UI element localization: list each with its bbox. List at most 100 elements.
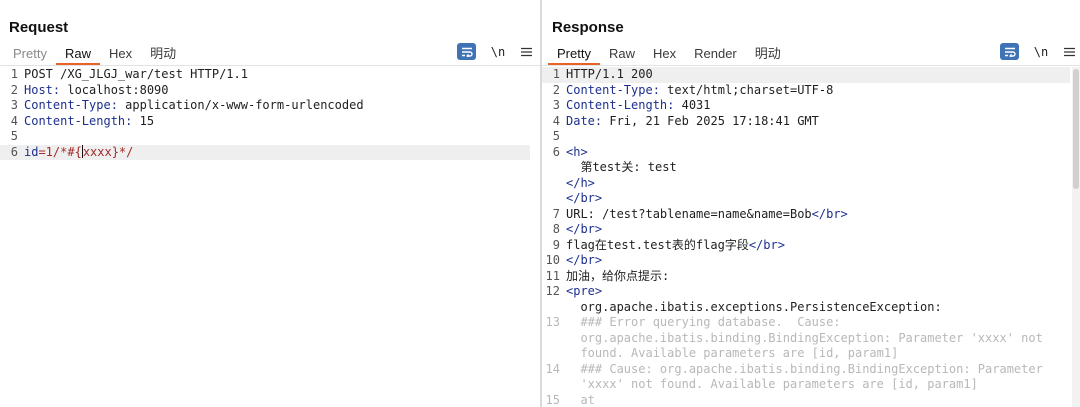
code-token: flag在test.test表的flag字段 <box>566 237 749 252</box>
code-token: 第test关: test <box>566 160 677 174</box>
code-line: 7 URL: /test?tablename=name&name=Bob</br> <box>542 207 1080 223</box>
response-tab-明动[interactable]: 明动 <box>746 44 790 65</box>
request-tab-raw[interactable]: Raw <box>55 44 100 65</box>
line-number: 3 <box>552 98 560 112</box>
request-tab-明动[interactable]: 明动 <box>141 44 185 65</box>
line-number: 5 <box>10 129 18 143</box>
response-tab-hex[interactable]: Hex <box>644 44 685 65</box>
code-token: </h> <box>566 175 595 190</box>
request-tab-hex[interactable]: Hex <box>100 44 141 65</box>
line-number: 6 <box>10 144 18 159</box>
code-token: </br> <box>566 191 603 205</box>
code-line: 2 Host: localhost:8090 <box>0 83 540 99</box>
line-text: 'xxxx' not found. Available parameters a… <box>566 377 977 393</box>
code-token: Content-Type: <box>24 98 118 112</box>
code-line: 9 flag在test.test表的flag字段</br> <box>542 238 1080 254</box>
response-editor[interactable]: 1 HTTP/1.1 200 2 Content-Type: text/html;ch… <box>542 67 1080 407</box>
line-text: found. Available parameters are [id, par… <box>566 346 898 362</box>
code-line: 12 <pre> <box>542 284 1080 300</box>
response-toolbar: \n <box>1000 43 1075 60</box>
code-token: </br> <box>748 237 785 252</box>
scrollbar-thumb[interactable] <box>1073 69 1079 189</box>
request-editor[interactable]: 1 POST /XG_JLGJ_war/test HTTP/1.1 2 Host: l… <box>0 67 540 160</box>
code-line: 第test关: test <box>542 160 1080 176</box>
code-line: 11 加油，给你点提示: <box>542 269 1080 285</box>
line-number: 8 <box>552 222 560 236</box>
response-title: Response <box>552 19 624 36</box>
code-token: localhost:8090 <box>60 82 169 97</box>
code-token: HTTP/1.1 200 <box>566 67 653 81</box>
code-line: </h> <box>542 176 1080 192</box>
code-token: Fri, 21 Feb 2025 17:18:41 GMT <box>602 113 819 128</box>
show-newlines-button[interactable]: \n <box>1032 45 1050 59</box>
show-newlines-button[interactable]: \n <box>489 45 507 59</box>
response-tab-pretty[interactable]: Pretty <box>548 44 600 65</box>
line-text: 加油，给你点提示: <box>566 269 669 285</box>
code-token: org.apache.ibatis.binding.BindingExcepti… <box>566 330 1043 345</box>
request-toolbar: \n <box>457 43 532 60</box>
code-token: 15 <box>132 113 155 128</box>
code-line: 15 at <box>542 393 1080 407</box>
line-text: URL: /test?tablename=name&name=Bob</br> <box>566 207 848 223</box>
code-token: </br> <box>566 253 603 267</box>
code-line: 6 id=1/*#{xxxx}*/ <box>0 144 530 160</box>
line-number: 11 <box>545 268 560 283</box>
code-token: POST /XG_JLGJ_war/test HTTP/1.1 <box>24 67 248 81</box>
line-number: 15 <box>545 392 560 407</box>
code-line: 3 Content-Length: 4031 <box>542 98 1080 114</box>
editor-divider <box>0 65 540 66</box>
code-line: </br> <box>542 191 1080 207</box>
wrap-lines-icon[interactable] <box>457 43 476 60</box>
line-number: 7 <box>552 206 560 221</box>
line-number: 6 <box>552 144 560 159</box>
line-text: HTTP/1.1 200 <box>566 67 653 83</box>
hamburger-menu-icon[interactable] <box>520 45 532 59</box>
code-token: <h> <box>566 144 588 159</box>
code-token: Date: <box>566 113 603 128</box>
code-token: application/x-www-form-urlencoded <box>117 98 364 112</box>
line-text: Content-Length: 4031 <box>566 98 711 114</box>
line-number: 1 <box>10 67 18 81</box>
line-number: 14 <box>545 361 560 376</box>
request-title: Request <box>9 19 69 36</box>
code-token: Host: <box>24 82 61 97</box>
code-token: </br> <box>566 222 603 236</box>
hamburger-menu-icon[interactable] <box>1063 45 1075 59</box>
code-line: 4 Content-Length: 15 <box>0 114 540 130</box>
code-line: 6 <h> <box>542 145 1080 161</box>
code-line: 2 Content-Type: text/html;charset=UTF-8 <box>542 83 1080 99</box>
line-text: flag在test.test表的flag字段</br> <box>566 238 785 254</box>
code-token: Content-Type: <box>566 82 660 97</box>
line-text: org.apache.ibatis.binding.BindingExcepti… <box>566 330 1043 347</box>
line-text: org.apache.ibatis.exceptions.Persistence… <box>566 299 942 316</box>
line-text: ### Error querying database. Cause: <box>566 315 840 331</box>
line-number: 1 <box>552 67 560 81</box>
line-text: Host: localhost:8090 <box>24 83 169 99</box>
code-token: URL: /test?tablename=name&name=Bob <box>566 206 812 221</box>
line-number: 4 <box>552 113 560 128</box>
line-text: </br> <box>566 191 602 207</box>
response-scrollbar[interactable] <box>1072 67 1080 407</box>
response-pane: Response Pretty Raw Hex Render 明动 \n 1 HTTP/1… <box>542 0 1080 407</box>
code-line: 10 </br> <box>542 253 1080 269</box>
code-token: xxxx}*/ <box>82 144 134 159</box>
editor-divider <box>542 65 1080 66</box>
code-line: 'xxxx' not found. Available parameters a… <box>542 377 1080 393</box>
code-token: org.apache.ibatis.exceptions.Persistence… <box>566 299 942 314</box>
line-number: 12 <box>545 284 560 298</box>
wrap-lines-icon[interactable] <box>1000 43 1019 60</box>
code-token: 加油，给你点提示: <box>566 268 670 283</box>
code-token: =1/*#{ <box>38 144 82 159</box>
code-token: at <box>566 392 595 407</box>
request-tab-pretty[interactable]: Pretty <box>4 44 56 65</box>
response-tab-render[interactable]: Render <box>685 44 746 65</box>
response-tab-raw[interactable]: Raw <box>600 44 644 65</box>
line-text: 第test关: test <box>566 160 677 176</box>
line-number: 2 <box>10 82 18 97</box>
code-token: <pre> <box>566 284 603 298</box>
line-text: </h> <box>566 176 595 192</box>
line-text: <h> <box>566 145 588 161</box>
line-number: 13 <box>545 315 560 329</box>
line-number: 10 <box>545 253 560 267</box>
code-line: 14 ### Cause: org.apache.ibatis.binding.… <box>542 362 1080 378</box>
